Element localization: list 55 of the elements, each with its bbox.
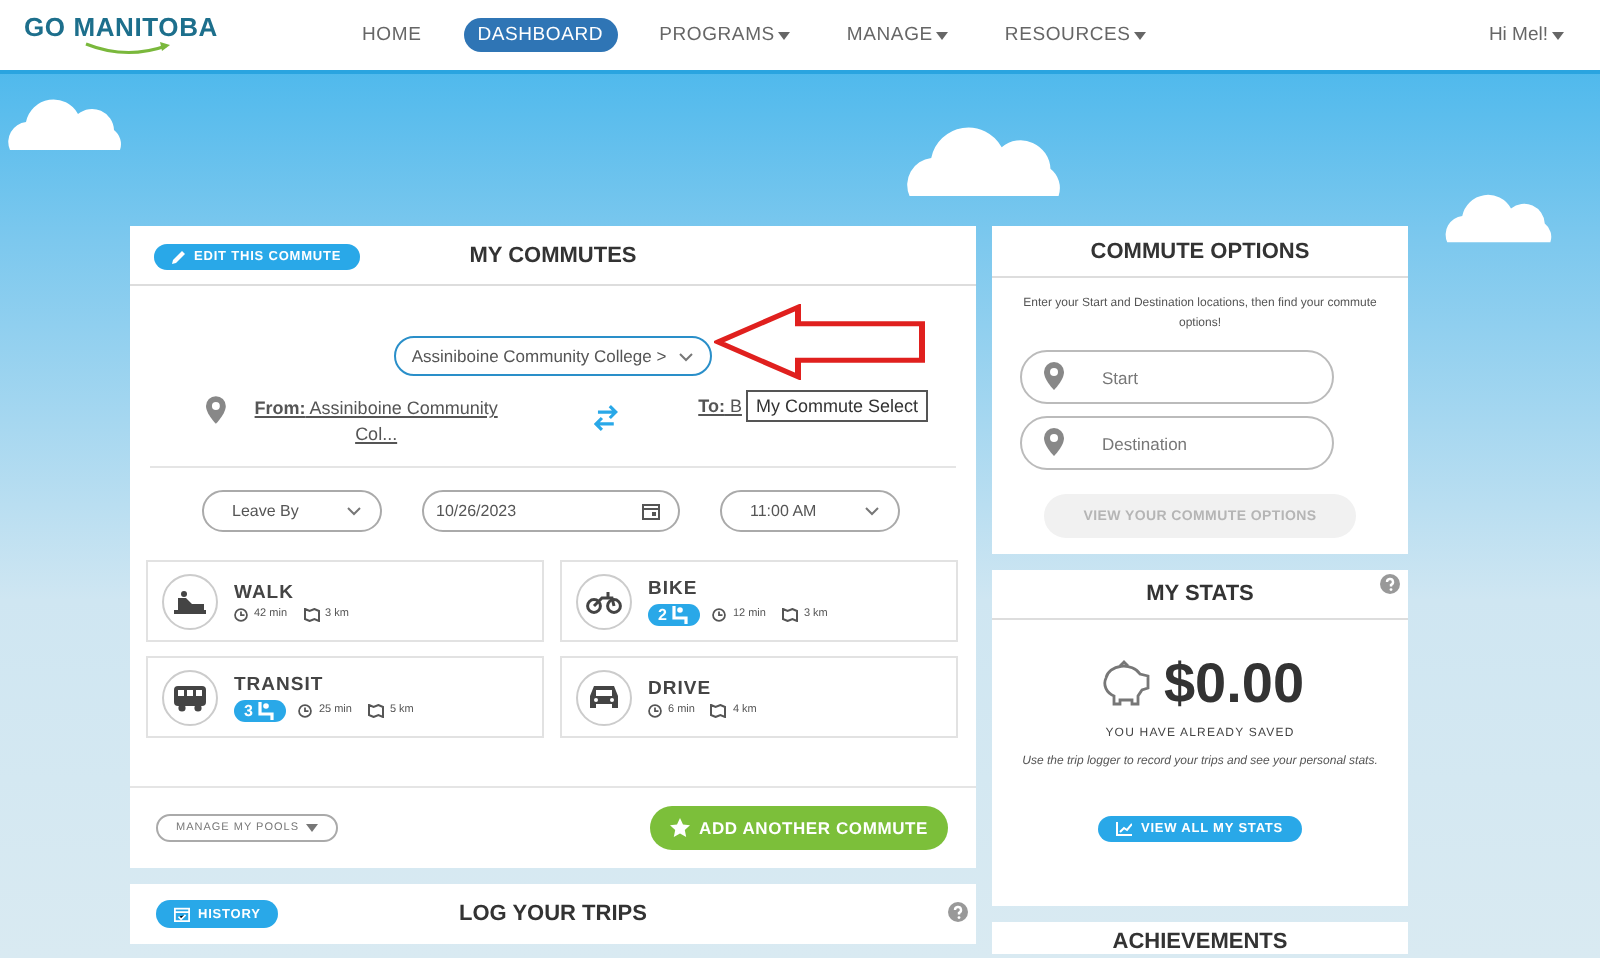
- caret-icon: [305, 824, 317, 832]
- map-icon: [367, 703, 384, 717]
- mode-title: TRANSIT: [234, 673, 326, 695]
- map-icon: [303, 607, 320, 621]
- bus-icon: [172, 683, 208, 711]
- commute-select[interactable]: Assiniboine Community College >: [393, 336, 713, 376]
- mode-title: WALK: [234, 581, 296, 603]
- card-title: ACHIEVEMENTS: [1112, 930, 1288, 954]
- bike-icon: [586, 589, 622, 613]
- chart-icon: [1116, 822, 1133, 836]
- logo-text[interactable]: GO MANITOBA: [24, 12, 324, 42]
- leave-by-select[interactable]: Leave By: [202, 490, 382, 532]
- clock-icon: [648, 703, 662, 717]
- start-field[interactable]: Start: [1020, 350, 1334, 404]
- clock-icon: [234, 607, 248, 621]
- pin-icon: [1044, 428, 1064, 456]
- clock-icon: [298, 703, 313, 717]
- star-icon: [669, 818, 690, 838]
- tooltip: My Commute Select: [745, 390, 928, 422]
- calendar-icon: [642, 502, 660, 520]
- chevron-icon: [864, 506, 880, 516]
- help-icon[interactable]: [1380, 574, 1400, 594]
- time-select[interactable]: 11:00 AM: [720, 490, 900, 532]
- seat-icon: [670, 605, 691, 623]
- map-icon: [781, 607, 798, 621]
- chevron-icon: [678, 351, 695, 361]
- nav-tab[interactable]: PROGRAMS: [645, 18, 805, 52]
- nav-tab[interactable]: MANAGE: [832, 18, 963, 52]
- clock-icon: [712, 607, 727, 621]
- car-icon: [586, 684, 622, 710]
- to-link[interactable]: To: B: [698, 396, 742, 416]
- date-field[interactable]: 10/26/2023: [422, 490, 680, 532]
- pin-icon: [1044, 362, 1064, 390]
- nav-tab[interactable]: HOME: [348, 18, 436, 52]
- calendar-icon: [174, 906, 190, 922]
- swoosh-icon: [84, 42, 174, 58]
- user-menu[interactable]: Hi Mel!: [1476, 22, 1576, 48]
- card-title: COMMUTE OPTIONS: [1090, 239, 1310, 263]
- card-title: LOG YOUR TRIPS: [459, 902, 647, 926]
- from-link[interactable]: From: Assiniboine Community Col...: [237, 396, 515, 448]
- destination-field[interactable]: Destination: [1020, 416, 1334, 470]
- card-title: MY STATS: [1146, 582, 1254, 606]
- card-title: MY COMMUTES: [469, 243, 637, 267]
- swap-icon[interactable]: [594, 404, 619, 432]
- pencil-icon: [172, 250, 186, 264]
- mode-title: BIKE: [648, 577, 700, 599]
- help-icon[interactable]: [948, 902, 968, 922]
- map-icon: [710, 703, 727, 717]
- mode-title: DRIVE: [648, 677, 714, 699]
- nav-tab[interactable]: RESOURCES: [990, 18, 1161, 52]
- seat-icon: [256, 701, 277, 719]
- nav-tab[interactable]: DASHBOARD: [463, 18, 618, 52]
- pin-icon: [206, 396, 226, 424]
- chevron-icon: [346, 506, 362, 516]
- savings-amount: $0.00: [1163, 652, 1305, 716]
